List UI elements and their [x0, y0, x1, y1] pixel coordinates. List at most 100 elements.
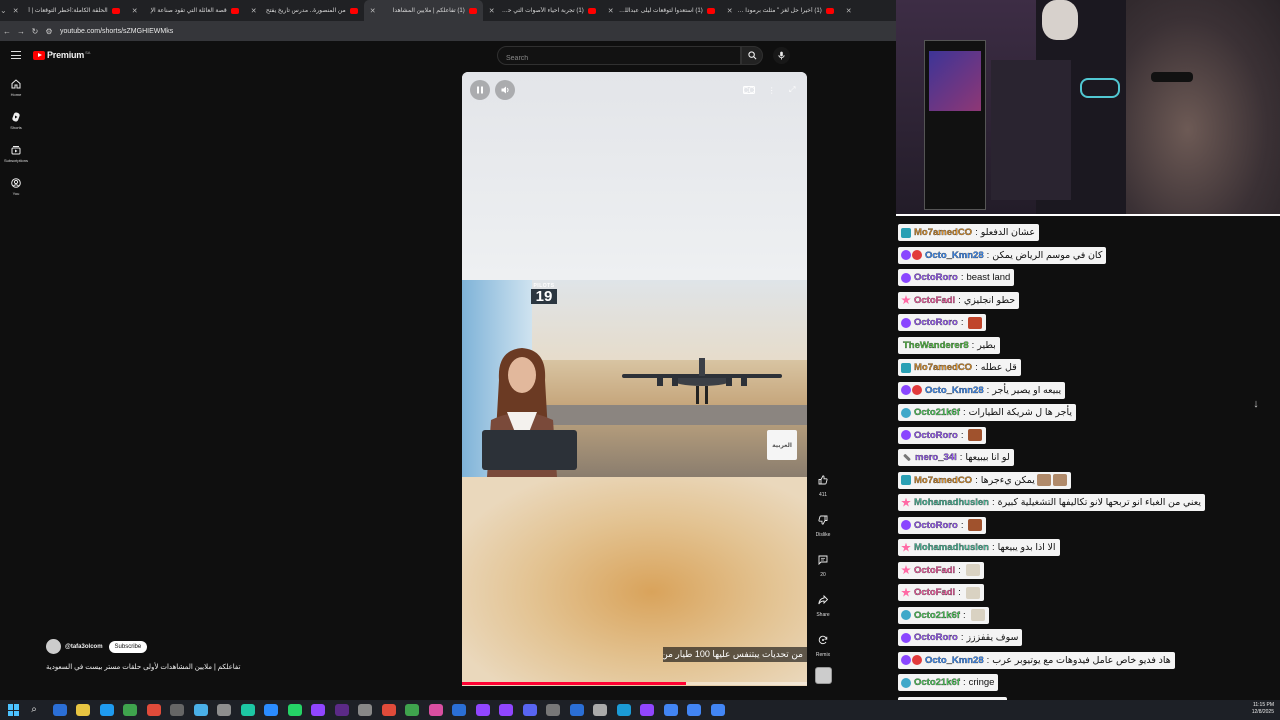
browser-tab[interactable]: (1) تفاعلكم | ملايين المشاهدا ✕ — [363, 0, 483, 21]
taskbar-app-icon[interactable] — [569, 704, 584, 716]
tab-close-icon[interactable]: ✕ — [251, 7, 257, 15]
browser-tab[interactable]: قصة العائلة التي تقود صناعة الإ ✕ — [126, 0, 245, 21]
tab-close-icon[interactable]: ✕ — [132, 7, 138, 15]
taskbar-app-icon[interactable] — [123, 704, 137, 716]
chat-username[interactable]: Mohamadhusien — [914, 542, 989, 553]
browser-tab[interactable]: لعب سبيد..✕ — [840, 0, 896, 21]
guide-item-home[interactable]: Home — [0, 71, 32, 104]
chat-username[interactable]: OctoRoro — [914, 429, 958, 440]
chat-username[interactable]: OctoFadl — [914, 587, 955, 598]
chat-username[interactable]: OctoRoro — [914, 317, 958, 328]
progress-bar[interactable] — [462, 682, 807, 685]
taskbar-app-icon[interactable] — [452, 704, 466, 716]
taskbar-app-icon[interactable] — [170, 704, 184, 716]
chat-username[interactable]: Octo_Kmn28 — [925, 654, 984, 665]
captions-button[interactable]: CC — [742, 86, 755, 95]
chat-username[interactable]: Mo7amedCO — [914, 474, 972, 485]
browser-tab[interactable]: من المنصورة.. مدرس تاريخ يفتح ✕ — [245, 0, 364, 21]
taskbar-app-icon[interactable] — [522, 704, 537, 716]
windows-start-icon[interactable] — [8, 704, 20, 716]
chat-username[interactable]: Octo_Kmn28 — [925, 384, 984, 395]
taskbar-app-icon[interactable] — [475, 704, 490, 716]
chat-username[interactable]: OctoRoro — [914, 272, 958, 283]
forward-icon[interactable]: → — [14, 27, 28, 36]
chat-username[interactable]: Mohamadhusien — [914, 497, 989, 508]
browser-tab[interactable]: (1) استعدوا لتوقعات ليلى عبداللطـ.. ✕ — [602, 0, 721, 21]
taskbar-app-icon[interactable] — [710, 704, 725, 716]
chat-username[interactable]: mero_34i — [915, 452, 957, 463]
chat-username[interactable]: OctoRoro — [914, 632, 958, 643]
taskbar-app-icon[interactable] — [146, 704, 161, 716]
chat-username[interactable]: OctoRoro — [914, 519, 958, 530]
taskbar-app-icon[interactable] — [593, 704, 607, 716]
chat-username[interactable]: TheWanderer8 — [903, 339, 969, 350]
taskbar-app-icon[interactable] — [76, 704, 90, 716]
taskbar-app-icon[interactable] — [663, 704, 678, 716]
dislike-button[interactable]: Dislike — [811, 510, 835, 550]
taskbar-app-icon[interactable] — [99, 704, 114, 716]
volume-button[interactable] — [495, 80, 515, 100]
voice-search-button[interactable] — [773, 47, 790, 64]
chat-username[interactable]: Mo7amedCO — [914, 227, 972, 238]
browser-tab[interactable]: الحلقة الكاملة:أخطر التوقعات | أ ✕ — [7, 0, 126, 21]
remix-button[interactable]: Remix — [811, 630, 835, 670]
browser-tab[interactable]: (1) تجربة احياء الأصوات التي حظر.. ✕ — [483, 0, 602, 21]
short-title[interactable]: تفاعلكم | ملايين المشاهدات لأولى حلقات م… — [46, 663, 296, 671]
taskbar-search-icon[interactable]: ⌕ — [25, 703, 43, 717]
tab-close-icon[interactable]: ✕ — [846, 7, 852, 15]
tab-close-icon[interactable]: ✕ — [13, 7, 19, 15]
browser-tab[interactable]: (1) أخيرا حل لغز " مثلث برمودا " .. ✕ — [721, 0, 840, 21]
url-field[interactable]: youtube.com/shorts/sZMGHIEWMks — [60, 28, 173, 35]
taskbar-app-icon[interactable] — [311, 704, 325, 716]
channel-handle[interactable]: @tafa3olcom — [65, 644, 103, 650]
fullscreen-icon[interactable]: ⤢ — [789, 85, 795, 95]
chat-username[interactable]: Octo21k6f — [914, 609, 960, 620]
taskbar-app-icon[interactable] — [381, 704, 396, 716]
chat-username[interactable]: Mo7amedCO — [914, 362, 972, 373]
chat-username[interactable]: Octo21k6f — [914, 407, 960, 418]
guide-item-you[interactable]: You — [0, 170, 32, 203]
taskbar-app-icon[interactable] — [217, 704, 231, 716]
guide-item-shorts[interactable]: Shorts — [0, 104, 32, 137]
menu-icon[interactable] — [11, 51, 21, 59]
taskbar-app-icon[interactable] — [687, 704, 701, 716]
guide-item-subscriptions[interactable]: Subscriptions — [0, 137, 32, 170]
site-info-icon[interactable]: ⚙ — [42, 27, 56, 36]
taskbar-app-icon[interactable] — [640, 704, 654, 716]
taskbar-app-icon[interactable] — [616, 704, 631, 716]
pause-button[interactable] — [470, 80, 490, 100]
youtube-logo[interactable]: Premium SA — [33, 50, 90, 60]
chat-username[interactable]: OctoFadl — [914, 564, 955, 575]
chat-username[interactable]: Octo_Kmn28 — [925, 249, 984, 260]
back-icon[interactable]: ← — [0, 27, 14, 36]
tab-close-icon[interactable]: ✕ — [727, 7, 733, 15]
tab-close-icon[interactable]: ✕ — [608, 7, 614, 15]
tab-search-icon[interactable]: ⌄ — [0, 6, 7, 15]
search-button[interactable] — [741, 46, 763, 65]
share-button[interactable]: Share — [811, 590, 835, 630]
taskbar-app-icon[interactable] — [499, 704, 513, 716]
taskbar-app-icon[interactable] — [358, 704, 372, 716]
shorts-player[interactable]: CC ⋮ ⤢ PILOTS 19 العربية من تحديات يبتنف… — [462, 72, 807, 686]
taskbar-app-icon[interactable] — [428, 704, 443, 716]
tab-close-icon[interactable]: ✕ — [489, 7, 495, 15]
scroll-down-icon[interactable]: ↓ — [1247, 395, 1265, 413]
taskbar-app-icon[interactable] — [240, 704, 255, 716]
chat-username[interactable]: Octo21k6f — [914, 677, 960, 688]
channel-avatar[interactable] — [46, 639, 61, 654]
reload-icon[interactable]: ↻ — [28, 27, 42, 36]
system-clock[interactable]: 11:15 PM 12/8/2025 — [1252, 702, 1274, 716]
taskbar-app-icon[interactable] — [334, 704, 349, 716]
search-input[interactable] — [498, 50, 740, 67]
taskbar-app-icon[interactable] — [546, 704, 560, 716]
comments-button[interactable]: 20 — [811, 550, 835, 590]
tab-close-icon[interactable]: ✕ — [370, 7, 376, 15]
more-options-icon[interactable]: ⋮ — [768, 86, 776, 95]
taskbar-app-icon[interactable] — [287, 704, 302, 716]
subscribe-button[interactable]: Subscribe — [108, 640, 148, 653]
chat-username[interactable]: OctoFadl — [914, 294, 955, 305]
taskbar-app-icon[interactable] — [405, 704, 419, 716]
taskbar-app-icon[interactable] — [193, 704, 208, 716]
sound-thumbnail[interactable] — [815, 667, 832, 684]
taskbar-app-icon[interactable] — [264, 704, 278, 716]
